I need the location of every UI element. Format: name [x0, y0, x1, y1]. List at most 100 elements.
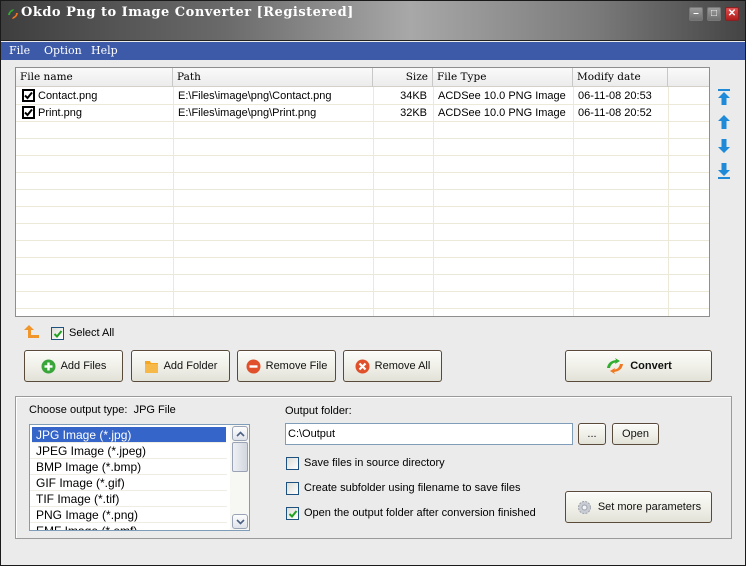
close-button[interactable]: ✕: [725, 7, 739, 21]
output-folder-input[interactable]: C:\Output: [285, 423, 573, 445]
remove-file-label: Remove File: [265, 360, 328, 372]
move-up-button[interactable]: [715, 112, 733, 132]
close-icon: ✕: [727, 8, 737, 19]
column-header-modify-date[interactable]: Modify date: [573, 68, 668, 87]
file-name: Contact.png: [38, 90, 98, 102]
add-folder-label: Add Folder: [163, 360, 218, 372]
path-cell: E:\Files\image\png\Contact.png: [178, 90, 332, 102]
grid-row-line: [16, 308, 709, 309]
format-option[interactable]: JPEG Image (*.jpeg): [30, 443, 227, 459]
remove-icon: [246, 359, 261, 373]
add-icon: [41, 359, 56, 373]
minimize-icon: –: [693, 8, 699, 19]
move-bottom-button[interactable]: [715, 161, 733, 181]
maximize-button[interactable]: □: [707, 7, 721, 21]
create-subfolder-label: Create subfolder using filename to save …: [304, 482, 521, 494]
set-more-parameters-button[interactable]: Set more parameters: [565, 491, 712, 523]
file-type-cell: ACDSee 10.0 PNG Image: [438, 90, 566, 102]
grid-row-line: [16, 206, 709, 207]
checkmark-icon: [288, 509, 298, 518]
checkmark-icon: [24, 91, 33, 100]
parent-folder-arrow-icon[interactable]: [23, 324, 41, 340]
grid-row-line: [16, 274, 709, 275]
checkmark-icon: [53, 329, 63, 338]
window-title: Okdo Png to Image Converter [Registered]: [21, 5, 354, 20]
remove-all-button[interactable]: Remove All: [343, 350, 442, 382]
gear-icon: [577, 500, 591, 514]
open-output-folder-label: Open the output folder after conversion …: [304, 507, 536, 519]
checkbox-box: [286, 456, 299, 470]
app-window: Okdo Png to Image Converter [Registered]…: [0, 0, 746, 566]
format-option[interactable]: GIF Image (*.gif): [30, 475, 227, 491]
column-header-extra: [668, 68, 709, 87]
remove-file-button[interactable]: Remove File: [237, 350, 336, 382]
checkbox-box: [286, 481, 299, 495]
row-checkbox[interactable]: [22, 105, 35, 119]
grid-row-line: [16, 138, 709, 139]
path-cell: E:\Files\image\png\Print.png: [178, 107, 317, 119]
checkbox-box: [286, 506, 299, 520]
format-option[interactable]: EMF Image (*.emf): [30, 523, 227, 530]
file-name-cell: Contact.png: [18, 88, 173, 105]
checkmark-icon: [24, 108, 33, 117]
convert-icon: [607, 358, 624, 374]
grid-row-line: [16, 223, 709, 224]
open-label: Open: [622, 428, 649, 440]
save-in-source-checkbox[interactable]: Save files in source directory: [286, 455, 445, 471]
format-option[interactable]: BMP Image (*.bmp): [30, 459, 227, 475]
row-checkbox[interactable]: [22, 88, 35, 102]
file-list-table[interactable]: File name Path Size File Type Modify dat…: [15, 67, 710, 317]
convert-button[interactable]: Convert: [565, 350, 712, 382]
menu-help[interactable]: Help: [91, 44, 118, 57]
format-option[interactable]: JPG Image (*.jpg): [32, 427, 226, 443]
format-list-scrollbar[interactable]: [230, 425, 249, 530]
table-row[interactable]: Print.png E:\Files\image\png\Print.png 3…: [16, 105, 709, 122]
output-folder-label: Output folder:: [285, 405, 352, 417]
grid-row-line: [16, 257, 709, 258]
open-folder-button[interactable]: Open: [612, 423, 659, 445]
select-all-checkbox[interactable]: Select All: [51, 325, 114, 341]
move-top-button[interactable]: [715, 87, 733, 107]
move-down-button[interactable]: [715, 136, 733, 156]
modify-date-cell: 06-11-08 20:53: [578, 90, 652, 102]
grid-row-line: [16, 291, 709, 292]
remove-all-icon: [355, 359, 370, 373]
format-option[interactable]: TIF Image (*.tif): [30, 491, 227, 507]
format-option[interactable]: PNG Image (*.png): [30, 507, 227, 523]
add-files-label: Add Files: [60, 360, 107, 372]
modify-date-cell: 06-11-08 20:52: [578, 107, 652, 119]
table-header: File name Path Size File Type Modify dat…: [16, 68, 709, 87]
output-type-label: Choose output type: JPG File: [29, 404, 176, 416]
menu-file[interactable]: File: [9, 44, 30, 57]
column-header-size[interactable]: Size: [373, 68, 433, 87]
arrow-top-icon: [718, 89, 730, 105]
output-format-list[interactable]: JPG Image (*.jpg) JPEG Image (*.jpeg) BM…: [29, 424, 250, 531]
create-subfolder-checkbox[interactable]: Create subfolder using filename to save …: [286, 480, 520, 496]
open-output-folder-checkbox[interactable]: Open the output folder after conversion …: [286, 505, 536, 521]
scroll-down-button[interactable]: [232, 514, 248, 529]
minimize-button[interactable]: –: [689, 7, 703, 21]
size-cell: 34KB: [400, 90, 427, 102]
table-row[interactable]: Contact.png E:\Files\image\png\Contact.p…: [16, 88, 709, 105]
browse-folder-button[interactable]: ...: [578, 423, 606, 445]
remove-all-label: Remove All: [374, 360, 431, 372]
add-folder-button[interactable]: Add Folder: [131, 350, 230, 382]
output-type-value: JPG File: [133, 404, 176, 416]
grid-row-line: [16, 155, 709, 156]
browse-label: ...: [587, 428, 597, 440]
grid-row-line: [16, 240, 709, 241]
grid-row-line: [16, 172, 709, 173]
add-files-button[interactable]: Add Files: [24, 350, 123, 382]
grid-row-line: [16, 189, 709, 190]
save-in-source-label: Save files in source directory: [304, 457, 445, 469]
arrow-down-icon: [718, 139, 730, 153]
scroll-up-button[interactable]: [232, 426, 248, 441]
scroll-thumb[interactable]: [232, 442, 248, 472]
file-type-cell: ACDSee 10.0 PNG Image: [438, 107, 566, 119]
column-header-path[interactable]: Path: [173, 68, 373, 87]
title-bar: Okdo Png to Image Converter [Registered]…: [1, 1, 745, 41]
column-header-file-type[interactable]: File Type: [433, 68, 573, 87]
column-header-file-name[interactable]: File name: [16, 68, 173, 87]
convert-label: Convert: [630, 360, 672, 372]
menu-option[interactable]: Option: [44, 44, 82, 57]
